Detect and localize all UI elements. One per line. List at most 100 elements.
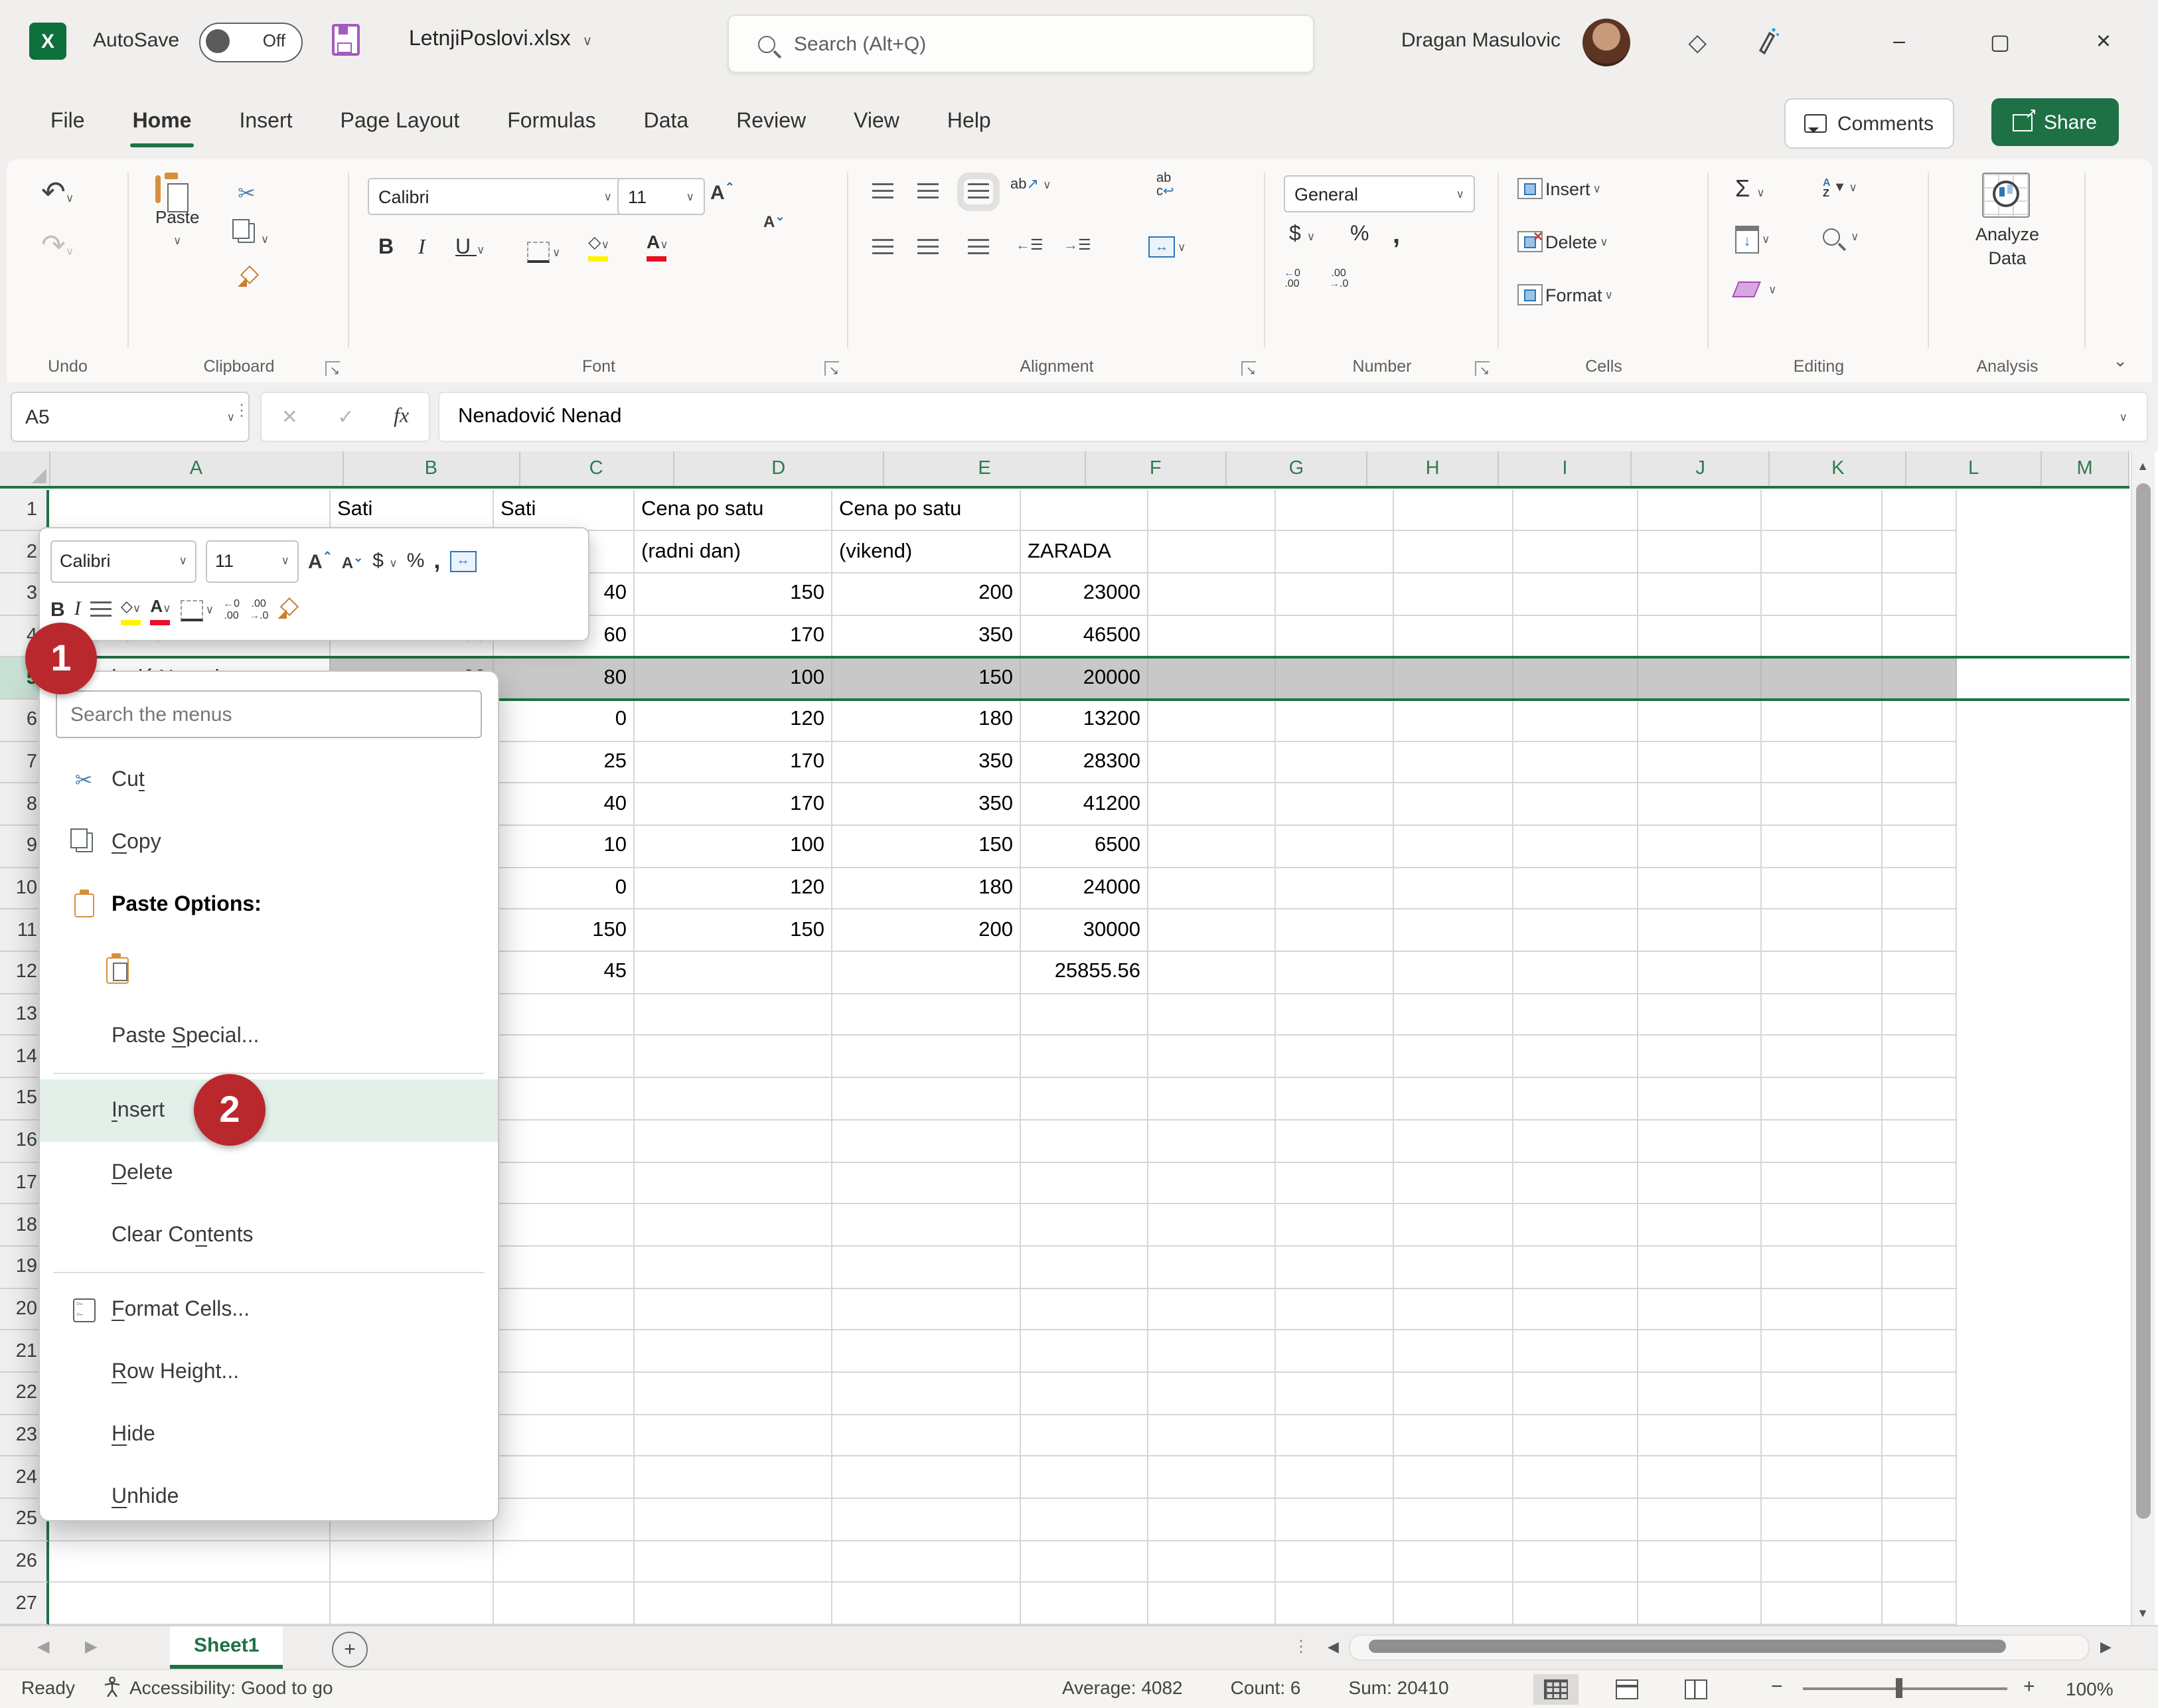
mini-accounting-button[interactable]: $ ∨ bbox=[372, 550, 398, 572]
cell-G15[interactable] bbox=[1148, 1078, 1276, 1120]
decrease-decimal-button[interactable]: .00→.0 bbox=[1329, 268, 1348, 291]
cell-H24[interactable] bbox=[1276, 1457, 1394, 1499]
cell-M17[interactable] bbox=[1883, 1162, 1957, 1204]
cell-F25[interactable] bbox=[1021, 1499, 1148, 1541]
column-header-E[interactable]: E bbox=[884, 451, 1085, 486]
cell-G23[interactable] bbox=[1148, 1415, 1276, 1456]
cell-H12[interactable] bbox=[1276, 952, 1394, 994]
cell-L17[interactable] bbox=[1762, 1162, 1883, 1204]
cell-D19[interactable] bbox=[635, 1247, 832, 1288]
cell-L8[interactable] bbox=[1762, 784, 1883, 826]
cell-H17[interactable] bbox=[1276, 1162, 1394, 1204]
cell-D25[interactable] bbox=[635, 1499, 832, 1541]
prev-sheet-icon[interactable]: ◀ bbox=[37, 1637, 49, 1656]
cell-C18[interactable] bbox=[494, 1204, 635, 1246]
mini-fill-color-button[interactable]: ⬦∨ bbox=[121, 595, 141, 625]
cell-I12[interactable] bbox=[1394, 952, 1513, 994]
cell-E20[interactable] bbox=[832, 1288, 1021, 1330]
cell-G6[interactable] bbox=[1148, 700, 1276, 741]
cell-E15[interactable] bbox=[832, 1078, 1021, 1120]
cell-K21[interactable] bbox=[1638, 1331, 1762, 1373]
cell-J23[interactable] bbox=[1513, 1415, 1638, 1456]
cell-F3[interactable]: 23000 bbox=[1021, 574, 1148, 615]
column-header-G[interactable]: G bbox=[1227, 451, 1367, 486]
mini-bold-button[interactable]: B bbox=[50, 599, 65, 621]
cell-I20[interactable] bbox=[1394, 1288, 1513, 1330]
cell-H13[interactable] bbox=[1276, 994, 1394, 1036]
cell-E6[interactable]: 180 bbox=[832, 700, 1021, 741]
column-header-K[interactable]: K bbox=[1770, 451, 1907, 486]
scroll-left-icon[interactable]: ◀ bbox=[1328, 1638, 1339, 1656]
ribbon-tab-review[interactable]: Review bbox=[718, 102, 824, 142]
cell-J16[interactable] bbox=[1513, 1121, 1638, 1162]
ribbon-tab-view[interactable]: View bbox=[835, 102, 918, 142]
cell-F6[interactable]: 13200 bbox=[1021, 700, 1148, 741]
cell-C11[interactable]: 150 bbox=[494, 910, 635, 952]
cell-I27[interactable] bbox=[1394, 1583, 1513, 1625]
undo-button[interactable]: ↶∨ bbox=[41, 175, 74, 210]
cell-G24[interactable] bbox=[1148, 1457, 1276, 1499]
menu-item-unhide[interactable]: Unhide bbox=[40, 1466, 498, 1528]
bottom-align-button[interactable] bbox=[968, 183, 989, 200]
minimize-button[interactable]: – bbox=[1879, 24, 1919, 61]
cell-I1[interactable] bbox=[1394, 489, 1513, 531]
cell-I18[interactable] bbox=[1394, 1204, 1513, 1246]
cell-L11[interactable] bbox=[1762, 910, 1883, 952]
number-format-select[interactable]: General∨ bbox=[1284, 175, 1475, 212]
cell-C19[interactable] bbox=[494, 1247, 635, 1288]
column-header-M[interactable]: M bbox=[2041, 451, 2129, 486]
menu-item-paste-special[interactable]: Paste Special... bbox=[40, 1005, 498, 1067]
column-header-J[interactable]: J bbox=[1632, 451, 1770, 486]
cell-F24[interactable] bbox=[1021, 1457, 1148, 1499]
cell-M11[interactable] bbox=[1883, 910, 1957, 952]
cell-I3[interactable] bbox=[1394, 574, 1513, 615]
cell-F10[interactable]: 24000 bbox=[1021, 868, 1148, 909]
cell-F11[interactable]: 30000 bbox=[1021, 910, 1148, 952]
column-header-H[interactable]: H bbox=[1367, 451, 1499, 486]
mini-align-button[interactable] bbox=[90, 601, 112, 619]
cell-E10[interactable]: 180 bbox=[832, 868, 1021, 909]
cell-K15[interactable] bbox=[1638, 1078, 1762, 1120]
cell-J13[interactable] bbox=[1513, 994, 1638, 1036]
menu-item-format-cells[interactable]: ▫-▫-Format Cells... bbox=[40, 1279, 498, 1341]
horizontal-scrollbar[interactable] bbox=[1349, 1634, 2090, 1661]
next-sheet-icon[interactable]: ▶ bbox=[85, 1637, 97, 1656]
accessibility-status[interactable]: Accessibility: Good to go bbox=[104, 1677, 333, 1698]
cell-I10[interactable] bbox=[1394, 868, 1513, 909]
cell-D1[interactable]: Cena po satu bbox=[635, 489, 832, 531]
cell-J10[interactable] bbox=[1513, 868, 1638, 909]
cell-G21[interactable] bbox=[1148, 1331, 1276, 1373]
cell-K8[interactable] bbox=[1638, 784, 1762, 826]
cell-E5[interactable]: 150 bbox=[832, 658, 1021, 700]
cell-L26[interactable] bbox=[1762, 1541, 1883, 1583]
cell-L4[interactable] bbox=[1762, 615, 1883, 657]
cell-G25[interactable] bbox=[1148, 1499, 1276, 1541]
cell-D4[interactable]: 170 bbox=[635, 615, 832, 657]
cell-K5[interactable] bbox=[1638, 658, 1762, 700]
cell-L15[interactable] bbox=[1762, 1078, 1883, 1120]
cell-A1[interactable] bbox=[49, 489, 331, 531]
cell-G7[interactable] bbox=[1148, 741, 1276, 783]
cell-D15[interactable] bbox=[635, 1078, 832, 1120]
cell-C1[interactable]: Sati bbox=[494, 489, 635, 531]
cell-M10[interactable] bbox=[1883, 868, 1957, 909]
cell-F13[interactable] bbox=[1021, 994, 1148, 1036]
cell-H10[interactable] bbox=[1276, 868, 1394, 909]
cell-J8[interactable] bbox=[1513, 784, 1638, 826]
increase-decimal-button[interactable]: ←0.00 bbox=[1284, 268, 1300, 291]
cell-H3[interactable] bbox=[1276, 574, 1394, 615]
mini-percent-button[interactable]: % bbox=[407, 550, 425, 572]
cell-K1[interactable] bbox=[1638, 489, 1762, 531]
cell-D3[interactable]: 150 bbox=[635, 574, 832, 615]
cell-I21[interactable] bbox=[1394, 1331, 1513, 1373]
mini-decrease-decimal-button[interactable]: .00→.0 bbox=[249, 599, 268, 621]
cell-E26[interactable] bbox=[832, 1541, 1021, 1583]
cell-H23[interactable] bbox=[1276, 1415, 1394, 1456]
cell-I7[interactable] bbox=[1394, 741, 1513, 783]
cell-C25[interactable] bbox=[494, 1499, 635, 1541]
percent-style-button[interactable]: % bbox=[1350, 223, 1369, 247]
vertical-scroll-thumb[interactable] bbox=[2135, 483, 2150, 1519]
column-header-I[interactable]: I bbox=[1499, 451, 1632, 486]
cell-F19[interactable] bbox=[1021, 1247, 1148, 1288]
cell-D13[interactable] bbox=[635, 994, 832, 1036]
